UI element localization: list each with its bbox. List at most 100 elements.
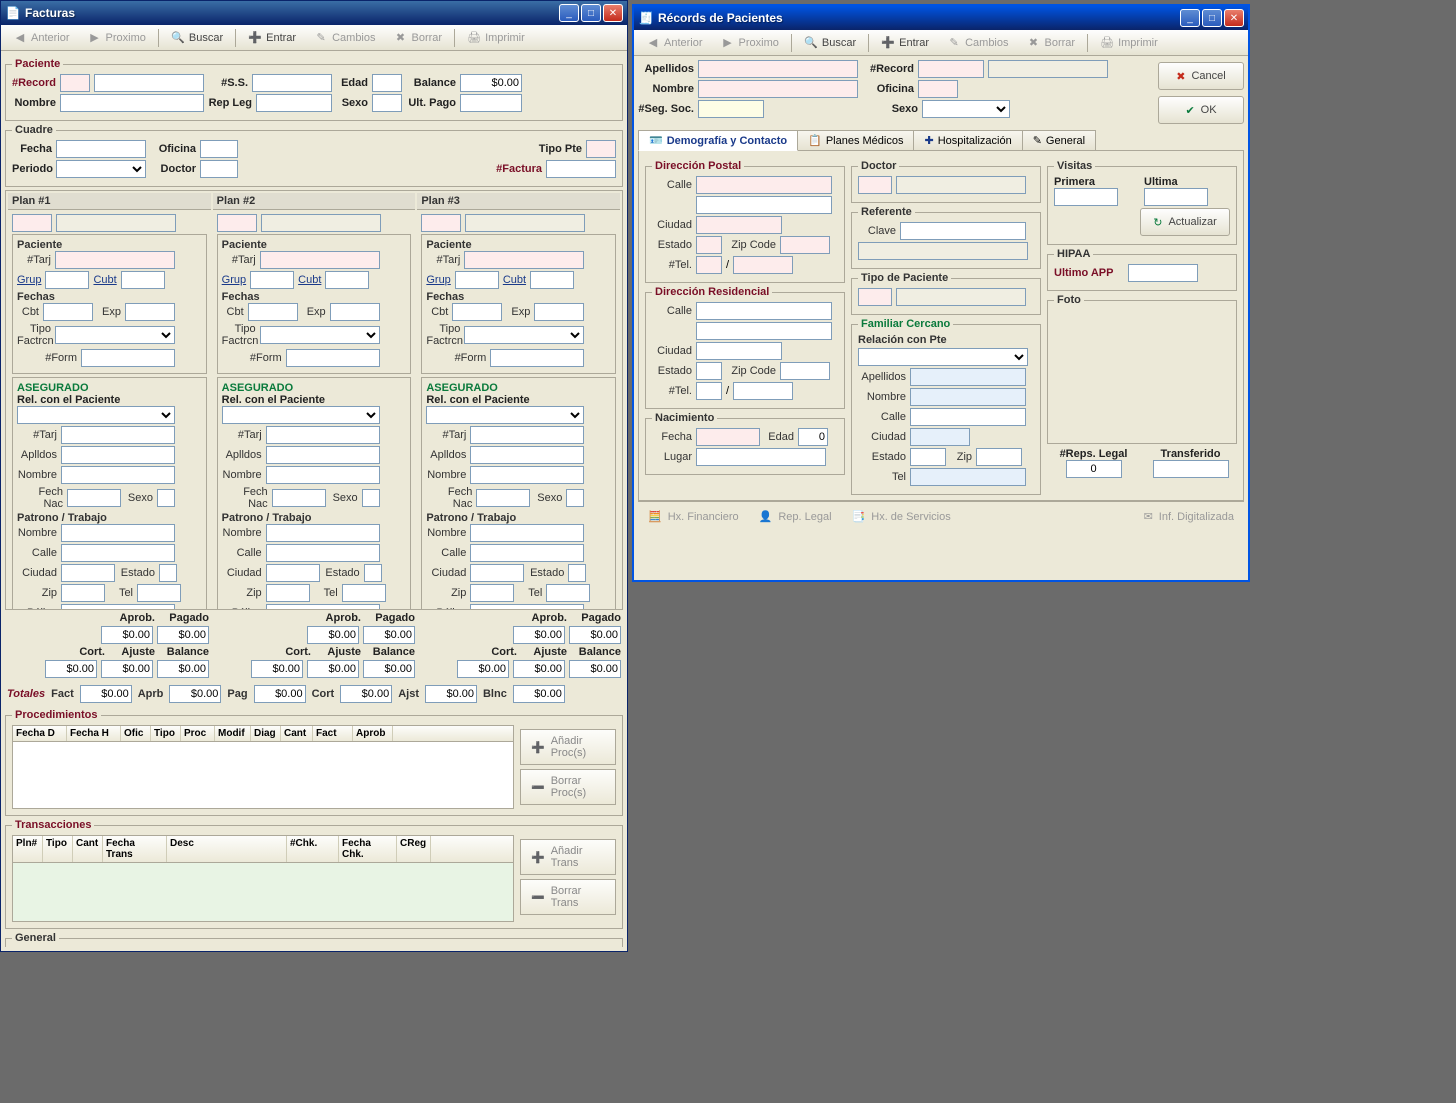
pat-tel[interactable] <box>546 584 590 602</box>
actualizar-button[interactable]: ↻Actualizar <box>1140 208 1230 236</box>
plan-grup[interactable] <box>455 271 499 289</box>
plan-exp[interactable] <box>125 303 175 321</box>
nac-edad[interactable] <box>798 428 828 446</box>
plan-balance[interactable] <box>569 660 621 678</box>
tot-cort[interactable] <box>340 685 392 703</box>
pat-tel[interactable] <box>137 584 181 602</box>
plan-aprob[interactable] <box>513 626 565 644</box>
visitas-ultima[interactable] <box>1144 188 1208 206</box>
anadir-proc-button[interactable]: ➕Añadir Proc(s) <box>520 729 616 765</box>
pat-calle[interactable] <box>470 544 584 562</box>
familiar-rel[interactable] <box>858 348 1028 366</box>
pat-estado[interactable] <box>568 564 586 582</box>
sexo-select[interactable] <box>922 100 1010 118</box>
familiar-apellidos[interactable] <box>910 368 1026 386</box>
plan-rel[interactable] <box>17 406 175 424</box>
plan-tipofactrcn[interactable] <box>55 326 175 344</box>
oficina-input[interactable] <box>918 80 958 98</box>
plan-aprob[interactable] <box>101 626 153 644</box>
plan-exp[interactable] <box>330 303 380 321</box>
pat-calle[interactable] <box>61 544 175 562</box>
aseg-tarj[interactable] <box>470 426 584 444</box>
familiar-estado[interactable] <box>910 448 946 466</box>
familiar-zip[interactable] <box>976 448 1022 466</box>
pat-ciudad[interactable] <box>61 564 115 582</box>
factura-input[interactable] <box>546 160 616 178</box>
pat-ciudad[interactable] <box>470 564 524 582</box>
maximize-button[interactable]: □ <box>1202 9 1222 27</box>
ultpago-input[interactable] <box>460 94 522 112</box>
plan-code[interactable] <box>421 214 461 232</box>
reps-input[interactable] <box>1066 460 1122 478</box>
aseg-nombre[interactable] <box>266 466 380 484</box>
plan-cubt[interactable] <box>325 271 369 289</box>
doctor-input[interactable] <box>200 160 238 178</box>
familiar-ciudad[interactable] <box>910 428 970 446</box>
imprimir-button[interactable]: 🖨Imprimir <box>459 29 533 47</box>
pat-zip[interactable] <box>266 584 310 602</box>
plan-code[interactable] <box>217 214 257 232</box>
pat-zip[interactable] <box>61 584 105 602</box>
plan-cort[interactable] <box>457 660 509 678</box>
plan-balance[interactable] <box>363 660 415 678</box>
procedimientos-grid[interactable]: Fecha DFecha HOficTipoProcModifDiagCantF… <box>12 725 514 809</box>
postal-ciudad[interactable] <box>696 216 782 234</box>
tipopte-code[interactable] <box>858 288 892 306</box>
periodo-select[interactable] <box>56 160 146 178</box>
plan-tarj[interactable] <box>260 251 380 269</box>
ss-input[interactable] <box>252 74 332 92</box>
tab-planes[interactable]: 📋Planes Médicos <box>797 130 914 150</box>
aseg-nombre[interactable] <box>470 466 584 484</box>
plan-pagado[interactable] <box>363 626 415 644</box>
entrar-button[interactable]: ➕Entrar <box>240 29 304 47</box>
edad-input[interactable] <box>372 74 402 92</box>
plan-pagado[interactable] <box>157 626 209 644</box>
postal-calle-2[interactable] <box>696 196 832 214</box>
anterior-button[interactable]: ◀Anterior <box>638 34 711 52</box>
aseg-sexo[interactable] <box>566 489 584 507</box>
referente-clave[interactable] <box>900 222 1026 240</box>
plan-tarj[interactable] <box>55 251 175 269</box>
plan-ajuste[interactable] <box>307 660 359 678</box>
record-input2[interactable] <box>94 74 204 92</box>
aseg-tarj[interactable] <box>61 426 175 444</box>
resid-tel-2[interactable] <box>733 382 793 400</box>
tipopte-input[interactable] <box>586 140 616 158</box>
pat-nombre[interactable] <box>266 524 380 542</box>
plan-aprob[interactable] <box>307 626 359 644</box>
record-display[interactable] <box>988 60 1108 78</box>
pat-estado[interactable] <box>159 564 177 582</box>
resid-estado[interactable] <box>696 362 722 380</box>
resid-ciudad[interactable] <box>696 342 782 360</box>
tab-hospitalizacion[interactable]: ✚Hospitalización <box>913 130 1022 150</box>
familiar-tel[interactable] <box>910 468 1026 486</box>
tot-pag[interactable] <box>254 685 306 703</box>
oficina-input[interactable] <box>200 140 238 158</box>
pat-calle[interactable] <box>266 544 380 562</box>
pat-nombre[interactable] <box>61 524 175 542</box>
tab-general[interactable]: ✎General <box>1022 130 1096 150</box>
familiar-calle[interactable] <box>910 408 1026 426</box>
borrar-button[interactable]: ✖Borrar <box>386 29 451 47</box>
plan-pagado[interactable] <box>569 626 621 644</box>
cambios-button[interactable]: ✎Cambios <box>939 34 1016 52</box>
tot-aprb[interactable] <box>169 685 221 703</box>
plan-code[interactable] <box>12 214 52 232</box>
plan-cbt[interactable] <box>43 303 93 321</box>
plan-cubt[interactable] <box>530 271 574 289</box>
maximize-button[interactable]: □ <box>581 4 601 22</box>
plan-cbt[interactable] <box>452 303 502 321</box>
postal-estado[interactable] <box>696 236 722 254</box>
imprimir-button[interactable]: 🖨Imprimir <box>1092 34 1166 52</box>
sexo-input[interactable] <box>372 94 402 112</box>
segsoc-input[interactable] <box>698 100 764 118</box>
proximo-button[interactable]: ▶Proximo <box>80 29 154 47</box>
borrar-button[interactable]: ✖Borrar <box>1019 34 1084 52</box>
plan-form[interactable] <box>81 349 175 367</box>
tot-fact[interactable] <box>80 685 132 703</box>
tot-ajst[interactable] <box>425 685 477 703</box>
cambios-button[interactable]: ✎Cambios <box>306 29 383 47</box>
minimize-button[interactable]: _ <box>1180 9 1200 27</box>
inf-digitalizada-button[interactable]: ✉Inf. Digitalizada <box>1144 510 1234 523</box>
plan-name[interactable] <box>465 214 585 232</box>
